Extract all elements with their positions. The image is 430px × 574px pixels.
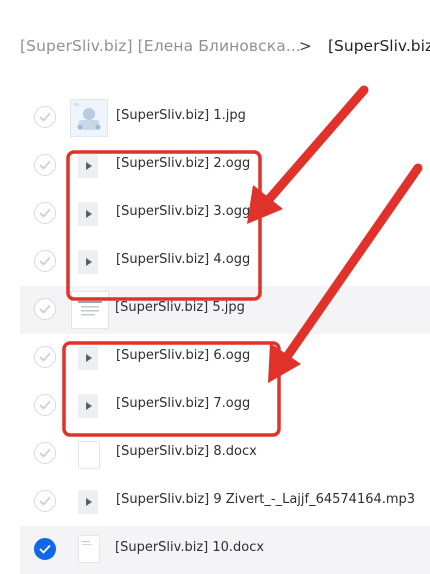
file-name[interactable]: [SuperSliv.biz] 8.docx <box>116 444 257 459</box>
file-name[interactable]: [SuperSliv.biz] 10.docx <box>115 540 264 555</box>
breadcrumb: [SuperSliv.biz] [Елена Блиновска... > [S… <box>0 0 430 96</box>
file-name[interactable]: [SuperSliv.biz] 5.jpg <box>115 300 245 315</box>
list-item[interactable]: [SuperSliv.biz] 10.docx <box>20 526 430 574</box>
checkbox[interactable] <box>34 154 56 176</box>
list-item[interactable]: [SuperSliv.biz] 3.ogg <box>0 190 430 238</box>
list-item[interactable]: [SuperSliv.biz] 7.ogg <box>0 382 430 430</box>
checkbox[interactable] <box>34 250 56 272</box>
image-thumbnail-icon <box>70 99 108 137</box>
checkbox[interactable] <box>34 394 56 416</box>
audio-file-icon <box>78 490 98 514</box>
file-name[interactable]: [SuperSliv.biz] 4.ogg <box>116 252 250 267</box>
list-item[interactable]: [SuperSliv.biz] 6.ogg <box>0 334 430 382</box>
checkbox[interactable] <box>34 442 56 464</box>
list-item[interactable]: [SuperSliv.biz] 2.ogg <box>0 142 430 190</box>
checkbox[interactable] <box>34 346 56 368</box>
list-item[interactable]: [SuperSliv.biz] 8.docx <box>0 430 430 478</box>
image-thumbnail-icon <box>71 291 109 329</box>
list-item[interactable]: [SuperSliv.biz] 4.ogg <box>0 238 430 286</box>
audio-file-icon <box>78 394 98 418</box>
checkbox-checked[interactable] <box>34 538 56 560</box>
list-item[interactable]: [SuperSliv.biz] 5.jpg <box>20 286 430 334</box>
audio-file-icon <box>78 346 98 370</box>
file-name[interactable]: [SuperSliv.biz] 6.ogg <box>116 348 250 363</box>
breadcrumb-current-folder: [SuperSliv.biz <box>328 37 430 55</box>
chevron-right-icon: > <box>299 37 312 55</box>
breadcrumb-parent-folder[interactable]: [SuperSliv.biz] [Елена Блиновска... <box>20 37 301 55</box>
checkbox[interactable] <box>34 106 56 128</box>
audio-file-icon <box>78 154 98 178</box>
list-item[interactable]: [SuperSliv.biz] 1.jpg <box>0 94 430 142</box>
document-file-icon <box>78 441 100 469</box>
file-name[interactable]: [SuperSliv.biz] 2.ogg <box>116 156 250 171</box>
audio-file-icon <box>78 202 98 226</box>
file-name[interactable]: [SuperSliv.biz] 3.ogg <box>116 204 250 219</box>
checkbox[interactable] <box>34 298 56 320</box>
file-list: [SuperSliv.biz] 1.jpg [SuperSliv.biz] 2.… <box>0 94 430 574</box>
audio-file-icon <box>78 250 98 274</box>
file-name[interactable]: [SuperSliv.biz] 9 Zivert_-_Lajjf_6457416… <box>116 492 415 507</box>
file-name[interactable]: [SuperSliv.biz] 1.jpg <box>116 108 246 123</box>
list-item[interactable]: [SuperSliv.biz] 9 Zivert_-_Lajjf_6457416… <box>0 478 430 526</box>
checkbox[interactable] <box>34 202 56 224</box>
checkbox[interactable] <box>34 490 56 512</box>
document-file-icon <box>78 535 100 563</box>
file-name[interactable]: [SuperSliv.biz] 7.ogg <box>116 396 250 411</box>
